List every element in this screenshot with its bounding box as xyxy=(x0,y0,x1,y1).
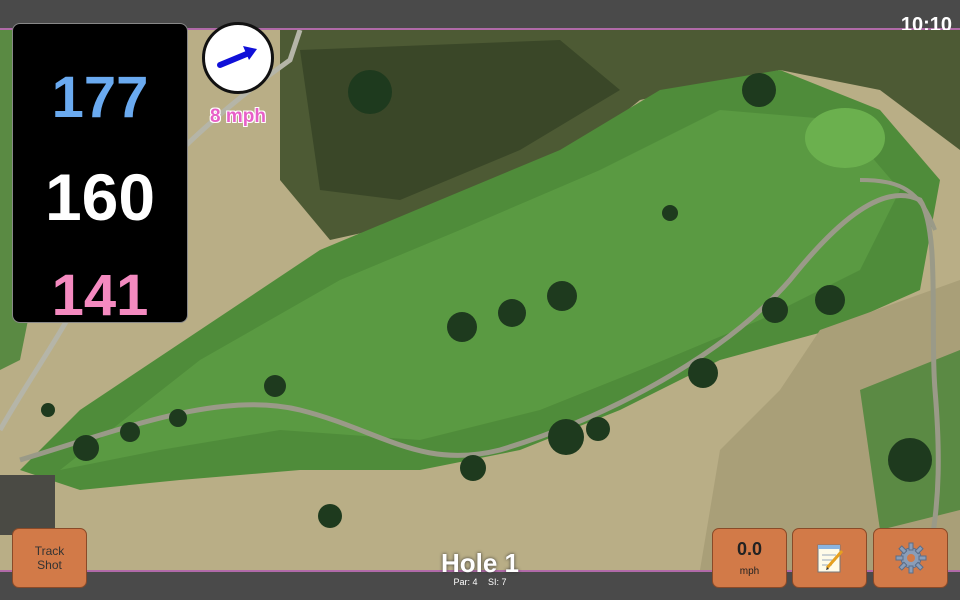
hole-title[interactable]: Hole 1 xyxy=(380,548,580,579)
wind-speed: 8 mph xyxy=(210,106,266,127)
notepad-icon xyxy=(817,544,843,573)
hole-info: Par: 4 SI: 7 xyxy=(380,577,580,587)
track-shot-label: Track Shot xyxy=(34,544,65,572)
wind-indicator xyxy=(202,22,274,94)
speed-unit: mph xyxy=(739,566,760,577)
hole-stroke-index: SI: 7 xyxy=(488,577,507,587)
track-shot-button[interactable]: Track Shot xyxy=(12,528,87,588)
front-distance: 141 xyxy=(51,263,149,328)
wind-arrow-icon xyxy=(217,46,257,68)
speed-button[interactable]: 0.0 mph xyxy=(712,528,787,588)
settings-button[interactable] xyxy=(873,528,948,588)
distance-panel: 177 160 141 xyxy=(12,23,188,328)
notes-button[interactable] xyxy=(792,528,867,588)
speed-value: 0.0 xyxy=(736,539,763,559)
back-distance: 177 xyxy=(51,65,149,130)
middle-distance: 160 xyxy=(44,160,156,234)
hole-par: Par: 4 xyxy=(453,577,478,587)
gear-icon xyxy=(895,542,926,574)
